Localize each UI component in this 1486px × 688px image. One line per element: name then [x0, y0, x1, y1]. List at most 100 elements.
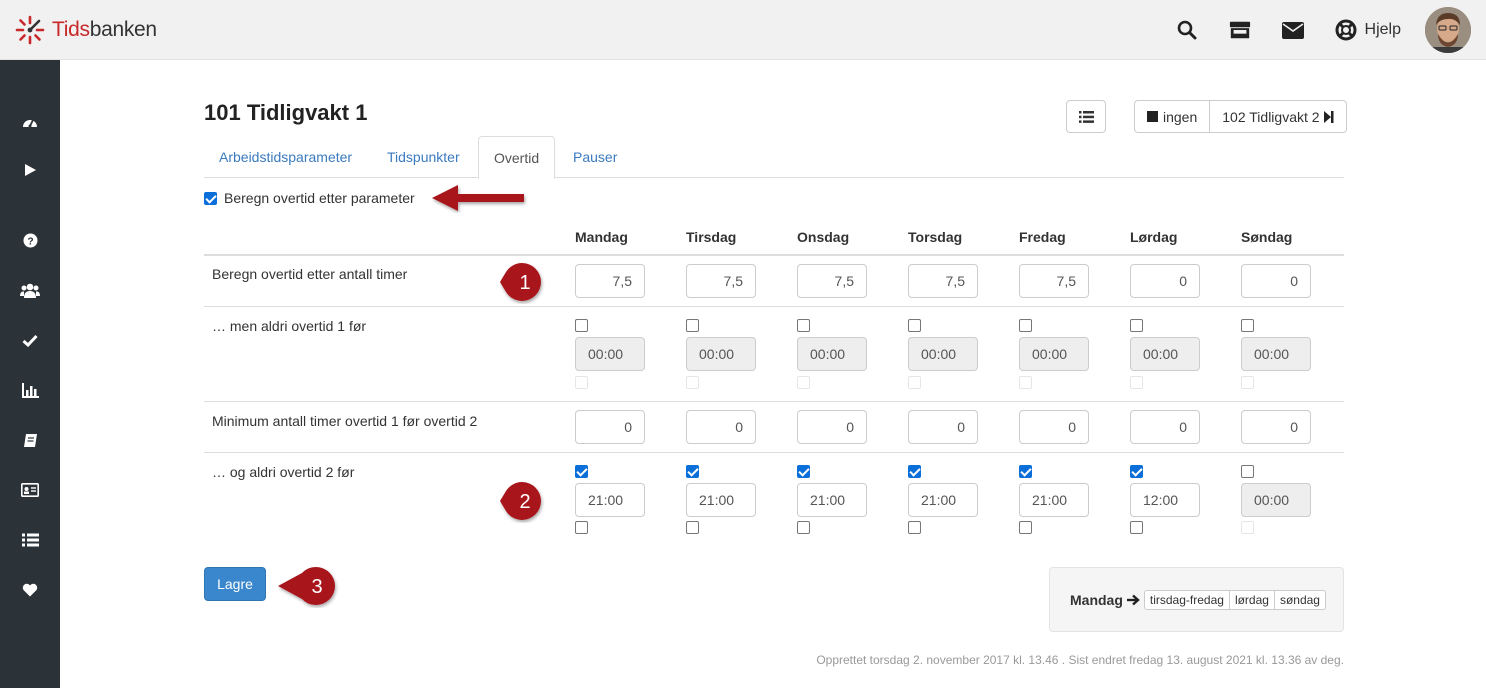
row-divider: [204, 452, 1344, 453]
logo[interactable]: Tidsbanken: [14, 14, 157, 46]
row-divider: [204, 401, 1344, 402]
copy-to-lordag-button[interactable]: lørdag: [1228, 590, 1274, 609]
ot2-next-day-checkbox-mandag[interactable]: [575, 521, 588, 534]
ot1-time-sondag: 00:00: [1241, 337, 1311, 371]
ot2-time-tirsdag[interactable]: 21:00: [686, 483, 756, 517]
check-icon[interactable]: [0, 325, 60, 355]
save-button[interactable]: Lagre: [204, 567, 266, 601]
avatar[interactable]: [1425, 7, 1471, 53]
sidebar: ?: [0, 60, 60, 688]
min-hours-input-mandag[interactable]: 0: [575, 410, 645, 444]
hours-input-torsdag[interactable]: 7,5: [908, 264, 978, 298]
row-label-min-hours: Minimum antall timer overtid 1 før overt…: [212, 413, 478, 429]
help-menu[interactable]: Hjelp: [1335, 19, 1401, 41]
row-divider: [204, 306, 1344, 307]
ot1-checkbox-mandag[interactable]: [575, 319, 588, 332]
mail-icon[interactable]: [1281, 19, 1304, 41]
ot2-checkbox-sondag[interactable]: [1241, 465, 1254, 478]
lifebuoy-icon: [1335, 19, 1357, 41]
annotation-marker-2: 2: [500, 482, 541, 520]
min-hours-input-fredag[interactable]: 0: [1019, 410, 1089, 444]
ot1-checkbox-torsdag[interactable]: [908, 319, 921, 332]
min-hours-input-torsdag[interactable]: 0: [908, 410, 978, 444]
ot2-checkbox-mandag[interactable]: [575, 465, 588, 478]
tab-arbeidstidsparameter[interactable]: Arbeidstidsparameter: [204, 136, 367, 178]
calculate-overtime-label: Beregn overtid etter parameter: [224, 190, 415, 206]
ot1-next-day-checkbox: [908, 376, 921, 389]
svg-text:?: ?: [27, 236, 33, 247]
play-icon[interactable]: [0, 155, 60, 185]
ot2-next-day-checkbox-lordag[interactable]: [1130, 521, 1143, 534]
book-icon[interactable]: [0, 425, 60, 455]
table-header-divider: [204, 254, 1344, 256]
previous-shift-button[interactable]: ingen: [1135, 101, 1209, 132]
ot2-time-fredag[interactable]: 21:00: [1019, 483, 1089, 517]
ot2-time-onsdag[interactable]: 21:00: [797, 483, 867, 517]
row-label-ot1-before: … men aldri overtid 1 før: [212, 318, 367, 334]
ot2-time-torsdag[interactable]: 21:00: [908, 483, 978, 517]
ot1-checkbox-tirsdag[interactable]: [686, 319, 699, 332]
list-icon[interactable]: [0, 525, 60, 555]
ot2-next-day-checkbox-torsdag[interactable]: [908, 521, 921, 534]
top-bar: Tidsbanken Hjelp: [0, 0, 1486, 60]
min-hours-input-sondag[interactable]: 0: [1241, 410, 1311, 444]
next-shift-button[interactable]: 102 Tidligvakt 2: [1209, 101, 1345, 132]
ot2-next-day-checkbox-onsdag[interactable]: [797, 521, 810, 534]
help-icon[interactable]: ?: [0, 225, 60, 255]
users-icon[interactable]: [0, 275, 60, 305]
day-header-tirsdag: Tirsdag: [686, 229, 737, 245]
hours-input-fredag[interactable]: 7,5: [1019, 264, 1089, 298]
chart-icon[interactable]: [0, 375, 60, 405]
hours-input-mandag[interactable]: 7,5: [575, 264, 645, 298]
ot2-next-day-checkbox-tirsdag[interactable]: [686, 521, 699, 534]
ot1-time-lordag: 00:00: [1130, 337, 1200, 371]
calculate-overtime-checkbox[interactable]: [204, 191, 217, 205]
copy-target-group: tirsdag-fredag lørdag søndag: [1143, 589, 1326, 610]
ot1-next-day-checkbox: [575, 376, 588, 389]
row-label-ot2-before: … og aldri overtid 2 før: [212, 464, 355, 480]
list-icon: [1078, 110, 1094, 123]
ot2-next-day-checkbox-fredag[interactable]: [1019, 521, 1032, 534]
day-header-lordag: Lørdag: [1130, 229, 1178, 245]
ot1-checkbox-onsdag[interactable]: [797, 319, 810, 332]
day-header-onsdag: Onsdag: [797, 229, 850, 245]
annotation-number-3: 3: [311, 576, 322, 598]
ot2-time-sondag: 00:00: [1241, 483, 1311, 517]
ot1-checkbox-lordag[interactable]: [1130, 319, 1143, 332]
hours-input-onsdag[interactable]: 7,5: [797, 264, 867, 298]
min-hours-input-lordag[interactable]: 0: [1130, 410, 1200, 444]
ot1-next-day-checkbox: [686, 376, 699, 389]
ot2-time-mandag[interactable]: 21:00: [575, 483, 645, 517]
min-hours-input-onsdag[interactable]: 0: [797, 410, 867, 444]
store-icon[interactable]: [1229, 19, 1251, 41]
arrow-right-icon: [1126, 594, 1140, 605]
copy-to-sondag-button[interactable]: søndag: [1273, 590, 1325, 609]
ot2-checkbox-tirsdag[interactable]: [686, 465, 699, 478]
tab-overtid[interactable]: Overtid: [478, 136, 556, 179]
annotation-number-1: 1: [519, 272, 530, 294]
row-label-hours: Beregn overtid etter antall timer: [212, 266, 408, 282]
annotation-number-2: 2: [519, 491, 530, 513]
hours-input-tirsdag[interactable]: 7,5: [686, 264, 756, 298]
copy-to-tirsdag-fredag-button[interactable]: tirsdag-fredag: [1145, 591, 1229, 609]
ot2-checkbox-fredag[interactable]: [1019, 465, 1032, 478]
list-view-button[interactable]: [1066, 100, 1106, 133]
ot2-checkbox-onsdag[interactable]: [797, 465, 810, 478]
ot2-time-lordag[interactable]: 12:00: [1130, 483, 1200, 517]
dashboard-icon[interactable]: [0, 107, 60, 137]
ot1-time-mandag: 00:00: [575, 337, 645, 371]
tab-tidspunkter[interactable]: Tidspunkter: [372, 136, 475, 178]
heart-icon[interactable]: [0, 575, 60, 605]
ot1-time-fredag: 00:00: [1019, 337, 1089, 371]
ot2-checkbox-lordag[interactable]: [1130, 465, 1143, 478]
id-card-icon[interactable]: [0, 475, 60, 505]
ot1-checkbox-sondag[interactable]: [1241, 319, 1254, 332]
hours-input-lordag[interactable]: 0: [1130, 264, 1200, 298]
hours-input-sondag[interactable]: 0: [1241, 264, 1311, 298]
min-hours-input-tirsdag[interactable]: 0: [686, 410, 756, 444]
ot2-checkbox-torsdag[interactable]: [908, 465, 921, 478]
ot1-next-day-checkbox: [797, 376, 810, 389]
ot1-checkbox-fredag[interactable]: [1019, 319, 1032, 332]
search-icon[interactable]: [1176, 19, 1198, 41]
tab-pauser[interactable]: Pauser: [558, 136, 632, 178]
